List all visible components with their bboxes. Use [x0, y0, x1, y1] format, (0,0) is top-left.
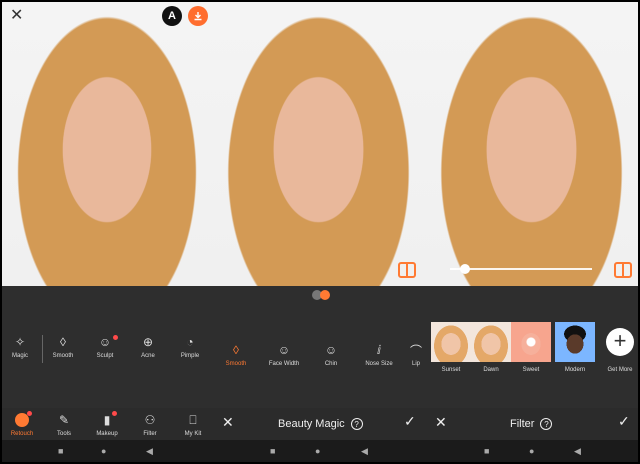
- download-icon[interactable]: [188, 6, 208, 26]
- tool-beauty-smooth[interactable]: ◊ Smooth: [216, 343, 256, 367]
- tool-face-width[interactable]: ☺ Face Width: [264, 343, 304, 367]
- filter-thumb-sunset[interactable]: [431, 322, 471, 362]
- photo-beauty[interactable]: [212, 2, 425, 286]
- nav-tools[interactable]: ✎ Tools: [44, 412, 84, 437]
- lip-icon: ⌒: [409, 343, 422, 358]
- tool-label: Sculpt: [96, 353, 114, 359]
- tool-chin[interactable]: ☺ Chin: [311, 343, 351, 367]
- logo-badge[interactable]: A: [162, 6, 182, 26]
- nav-label: Makeup: [96, 431, 118, 437]
- filter-label: Sunset: [441, 367, 461, 373]
- face-icon: ☺: [98, 335, 112, 349]
- drop-icon: ◊: [60, 335, 66, 349]
- home-icon[interactable]: ●: [315, 446, 320, 456]
- face-icon: ☺: [324, 343, 338, 357]
- new-dot: [113, 335, 118, 340]
- tool-label: Lip: [411, 361, 420, 367]
- back-icon[interactable]: ◀: [361, 446, 368, 457]
- filter-label: Modern: [564, 367, 586, 373]
- edit-icon: ✎: [58, 413, 70, 427]
- tool-magic[interactable]: ✧ Magic: [0, 335, 40, 359]
- title-text: Beauty Magic: [278, 418, 345, 430]
- tool-label: Face Width: [268, 361, 300, 367]
- filter-thumb-modern[interactable]: [555, 322, 595, 362]
- tool-pimple[interactable]: ◔ Pimple: [170, 335, 210, 359]
- help-icon[interactable]: ?: [540, 418, 553, 430]
- home-icon[interactable]: ●: [529, 446, 534, 456]
- cancel-icon[interactable]: ✕: [222, 414, 234, 431]
- back-icon[interactable]: ◀: [146, 446, 153, 457]
- close-icon[interactable]: ✕: [10, 8, 23, 24]
- magic-wand-icon: ✧: [14, 335, 26, 349]
- photo-strip: [2, 2, 638, 286]
- face-icon: ☺: [277, 343, 291, 357]
- tool-smooth[interactable]: ◊ Smooth: [43, 335, 83, 359]
- filter-label: Dawn: [483, 367, 499, 373]
- tool-label: Nose Size: [365, 361, 393, 367]
- confirm-icon[interactable]: ✓: [618, 413, 630, 430]
- beauty-magic-title: Beauty Magic ?: [278, 412, 363, 436]
- nav-retouch[interactable]: Retouch: [2, 412, 42, 437]
- tool-nose-size[interactable]: ⅈ Nose Size: [359, 343, 399, 367]
- tool-sculpt[interactable]: ☺ Sculpt: [85, 335, 125, 359]
- nav-label: Retouch: [10, 431, 34, 437]
- nav-my-kit[interactable]: ⎕ My Kit: [173, 412, 213, 438]
- nav-makeup[interactable]: ▮ Makeup: [87, 412, 127, 437]
- title-text: Filter: [510, 418, 535, 430]
- home-icon[interactable]: ●: [101, 446, 106, 456]
- nav-label: Filter: [143, 431, 157, 437]
- drop-icon: ◊: [233, 343, 239, 357]
- filter-thumb-sweet[interactable]: [511, 322, 551, 362]
- recent-apps-icon[interactable]: ■: [484, 446, 489, 456]
- compare-icon[interactable]: [614, 262, 632, 278]
- tool-label: Acne: [141, 353, 155, 359]
- tool-label: Pimple: [180, 353, 200, 359]
- photo-original[interactable]: [2, 2, 212, 286]
- slider-knob[interactable]: [460, 264, 470, 274]
- back-icon[interactable]: ◀: [574, 446, 581, 457]
- get-more-button[interactable]: +: [606, 328, 634, 356]
- tool-acne[interactable]: ⊕ Acne: [128, 335, 168, 359]
- tool-label: Magic: [11, 353, 28, 359]
- recent-apps-icon[interactable]: ■: [58, 446, 63, 456]
- page-indicator: [312, 290, 332, 300]
- help-icon[interactable]: ?: [350, 418, 363, 430]
- photo-filter[interactable]: [425, 2, 638, 286]
- pimple-icon: ◔: [186, 335, 194, 349]
- nav-label: Tools: [56, 431, 71, 437]
- kit-icon: ⎕: [189, 412, 197, 427]
- new-dot: [27, 411, 32, 416]
- filter-title: Filter ?: [510, 412, 553, 436]
- target-icon: ⊕: [142, 335, 154, 349]
- tool-label: Chin: [324, 361, 338, 367]
- filter-thumb-dawn[interactable]: [471, 322, 511, 362]
- recent-apps-icon[interactable]: ■: [270, 446, 275, 456]
- tool-label: Smooth: [225, 361, 247, 367]
- filter-icon: ⚇: [144, 413, 156, 427]
- tool-lip[interactable]: ⌒ Lip: [406, 343, 426, 368]
- page-dot-active: [320, 290, 330, 300]
- get-more-label: Get More: [607, 367, 633, 373]
- cancel-icon[interactable]: ✕: [435, 414, 447, 431]
- filter-label: Sweet: [522, 367, 540, 373]
- nose-icon: ⅈ: [376, 343, 382, 357]
- nav-label: My Kit: [184, 431, 202, 437]
- new-dot: [112, 411, 117, 416]
- download-glyph: [194, 12, 202, 21]
- intensity-slider[interactable]: [452, 268, 592, 270]
- nav-filter[interactable]: ⚇ Filter: [130, 412, 170, 437]
- confirm-icon[interactable]: ✓: [404, 413, 416, 430]
- compare-icon[interactable]: [398, 262, 416, 278]
- tool-label: Smooth: [52, 353, 74, 359]
